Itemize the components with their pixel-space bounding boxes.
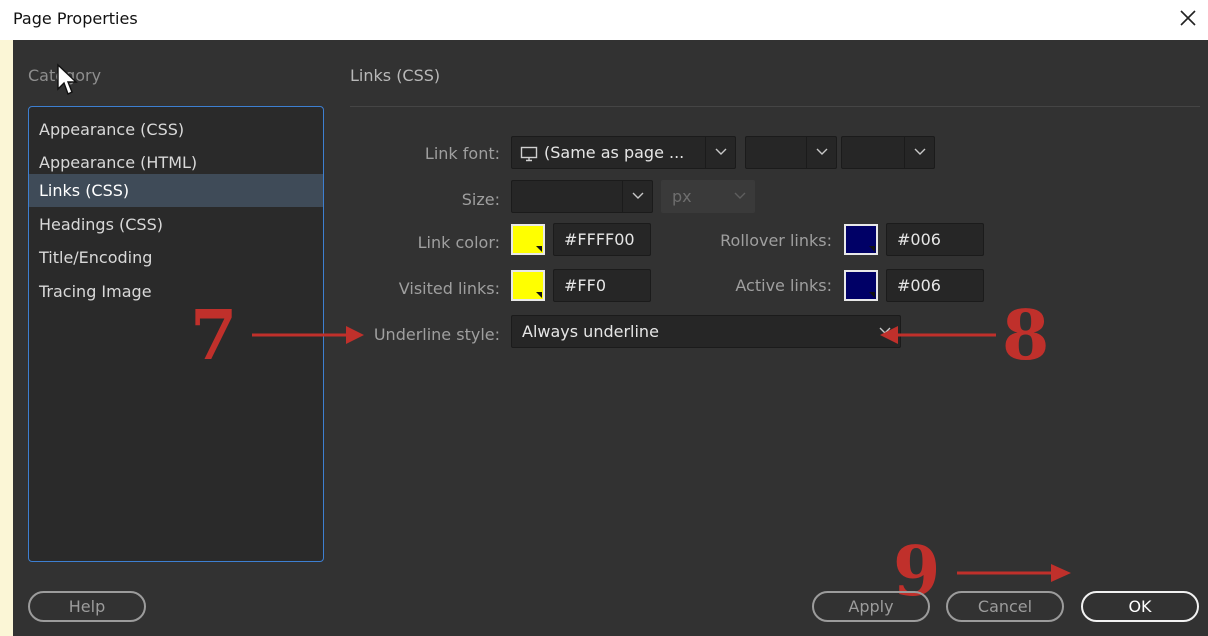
category-item-appearance-css[interactable]: Appearance (CSS): [29, 113, 323, 146]
help-button[interactable]: Help: [28, 591, 146, 622]
window-title: Page Properties: [13, 9, 138, 28]
active-links-hex-input[interactable]: #006: [886, 269, 984, 302]
visited-links-hex-input[interactable]: #FF0: [553, 269, 651, 302]
active-links-label: Active links:: [735, 276, 832, 295]
link-font-label: Link font:: [424, 144, 500, 163]
link-font-style-dropdown[interactable]: [745, 136, 837, 169]
link-color-swatch[interactable]: [511, 224, 545, 255]
underline-style-dropdown[interactable]: Always underline: [511, 315, 901, 348]
size-unit-dropdown: px: [661, 180, 755, 213]
close-icon[interactable]: [1176, 6, 1200, 30]
size-dropdown[interactable]: [511, 180, 653, 213]
visited-links-label: Visited links:: [398, 279, 500, 298]
title-bar: Page Properties: [0, 0, 1208, 40]
chevron-down-icon: [806, 137, 836, 168]
section-title: Links (CSS): [350, 66, 441, 85]
rollover-links-label: Rollover links:: [720, 231, 832, 250]
link-font-weight-dropdown[interactable]: [841, 136, 935, 169]
underline-style-value: Always underline: [522, 322, 659, 341]
category-item-headings-css[interactable]: Headings (CSS): [29, 208, 323, 241]
annotation-step-7: 7: [190, 296, 238, 376]
category-item-tracing-image[interactable]: Tracing Image: [29, 275, 323, 308]
active-links-swatch[interactable]: [844, 270, 878, 301]
chevron-down-icon: [705, 137, 735, 168]
annotation-arrow-9: [957, 564, 1071, 582]
cancel-button[interactable]: Cancel: [946, 591, 1064, 622]
visited-links-swatch[interactable]: [511, 270, 545, 301]
underline-style-label: Underline style:: [373, 325, 500, 344]
category-item-links-css[interactable]: Links (CSS): [29, 174, 323, 207]
size-unit-value: px: [672, 187, 692, 206]
category-item-title-encoding[interactable]: Title/Encoding: [29, 241, 323, 274]
link-color-hex-input[interactable]: #FFFF00: [553, 223, 651, 256]
chevron-down-icon: [904, 137, 934, 168]
monitor-icon: [520, 137, 538, 168]
rollover-links-hex-input[interactable]: #006: [886, 223, 984, 256]
ok-button[interactable]: OK: [1081, 591, 1199, 622]
section-divider: [350, 106, 1200, 107]
link-font-dropdown[interactable]: (Same as page ...: [511, 136, 736, 169]
chevron-down-icon: [724, 181, 754, 212]
rollover-links-swatch[interactable]: [844, 224, 878, 255]
annotation-step-8: 8: [1002, 296, 1050, 376]
annotation-arrow-7: [252, 326, 364, 344]
link-font-value: (Same as page ...: [544, 143, 685, 162]
apply-button[interactable]: Apply: [812, 591, 930, 622]
annotation-arrow-8: [880, 326, 996, 344]
mouse-pointer-icon: [56, 63, 78, 97]
background-strip: [0, 40, 13, 636]
chevron-down-icon: [622, 181, 652, 212]
size-label: Size:: [461, 190, 500, 209]
link-color-label: Link color:: [417, 233, 500, 252]
